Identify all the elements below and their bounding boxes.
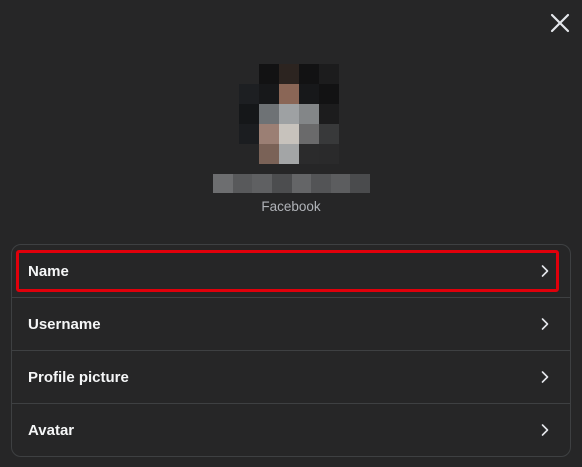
close-icon: [550, 13, 570, 33]
close-button[interactable]: [548, 11, 572, 35]
avatar: [239, 64, 339, 164]
platform-label: Facebook: [261, 199, 321, 214]
menu-item-profile-picture[interactable]: Profile picture: [12, 351, 570, 404]
menu-item-avatar[interactable]: Avatar: [12, 404, 570, 456]
menu-item-username[interactable]: Username: [12, 298, 570, 351]
profile-name-redacted: [213, 174, 370, 193]
profile-options-list: Name Username Profile picture Avatar: [11, 244, 571, 457]
chevron-right-icon: [540, 317, 550, 331]
menu-item-label: Profile picture: [28, 368, 129, 386]
menu-item-label: Avatar: [28, 421, 75, 439]
menu-item-name[interactable]: Name: [12, 245, 570, 298]
chevron-right-icon: [540, 370, 550, 384]
chevron-right-icon: [540, 264, 550, 278]
menu-item-label: Username: [28, 315, 101, 333]
menu-item-label: Name: [28, 262, 69, 280]
profile-settings-dialog: Facebook Name Username Profile picture A…: [0, 0, 582, 467]
chevron-right-icon: [540, 423, 550, 437]
